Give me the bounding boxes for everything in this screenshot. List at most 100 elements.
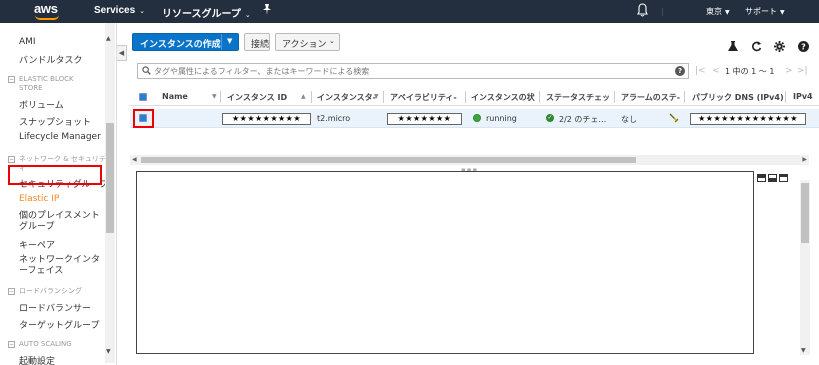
scrollbar-thumb[interactable] (106, 123, 114, 233)
first-page-icon[interactable]: |< (695, 66, 706, 76)
chevron-down-icon[interactable]: ▼ (227, 37, 232, 45)
status-check-icon: ✓ (546, 114, 554, 122)
resource-groups-menu[interactable]: リソースグループ ⌄ (162, 5, 251, 20)
region-menu[interactable]: 東京 ▼ (706, 6, 730, 17)
flask-icon[interactable] (728, 41, 738, 52)
public-dns-cell: ★★★★★★★★★★★★★ (690, 113, 806, 125)
column-divider (383, 91, 384, 103)
scroll-right-icon[interactable]: ▶ (802, 156, 807, 163)
search-icon (142, 66, 151, 75)
collapse-icon: − (8, 287, 15, 295)
layout-top-icon[interactable] (757, 174, 766, 182)
instance-detail-panel (136, 171, 754, 354)
select-all-checkbox[interactable] (139, 93, 147, 101)
column-ipv4[interactable]: IPv4 (793, 92, 813, 101)
scroll-down-icon[interactable]: ▼ (801, 347, 806, 354)
column-status-checks[interactable]: ステータスチェッ (546, 92, 610, 103)
sidebar-item-placement-groups[interactable]: 個のプレイスメントグループ (19, 211, 105, 233)
sidebar-item-launch-configurations[interactable]: 起動設定 (19, 354, 55, 365)
button-split (221, 34, 222, 50)
instance-id-cell: ★★★★★★★★★ (222, 113, 311, 125)
pin-icon[interactable] (262, 4, 272, 15)
sidebar-item-ami[interactable]: AMI (19, 37, 36, 47)
actions-button[interactable]: アクション ⌄ (275, 33, 340, 51)
column-divider (311, 91, 312, 103)
services-menu[interactable]: Services ⌄ (94, 5, 145, 16)
sidebar-item-elastic-ip[interactable]: Elastic IP (19, 194, 59, 204)
availability-zone-cell: ★★★★★★★ (387, 113, 462, 125)
top-nav-bar: aws Services ⌄ リソースグループ ⌄ 東京 ▼ サポート ▼ (0, 0, 819, 23)
column-divider (465, 91, 466, 103)
divider (662, 8, 663, 16)
panel-layout-toggles (757, 174, 790, 185)
collapse-icon: − (8, 75, 15, 83)
column-divider (539, 91, 540, 103)
gear-icon[interactable] (774, 41, 785, 52)
sidebar-item-target-groups[interactable]: ターゲットグループ (19, 318, 99, 331)
chevron-down-icon: ▼ (725, 9, 730, 16)
table-horizontal-scrollbar[interactable]: ◀ ▶ (130, 155, 809, 165)
connect-button[interactable]: 接続 (244, 33, 270, 51)
instance-state-cell: running (486, 114, 517, 123)
refresh-icon[interactable] (751, 41, 762, 52)
sidebar-item-bundle-tasks[interactable]: バンドルタスク (19, 53, 82, 66)
column-public-dns[interactable]: パブリック DNS (IPv4) (692, 92, 784, 103)
column-instance-state[interactable]: インスタンスの状 (471, 92, 535, 103)
sort-icon[interactable]: ▲ (301, 93, 306, 100)
column-availability-zone[interactable]: アベイラビリティ- (390, 92, 457, 103)
sidebar-scrollbar[interactable]: ▲ ▼ (105, 23, 115, 363)
prev-page-icon[interactable]: < (712, 66, 720, 76)
collapse-icon: − (8, 155, 15, 163)
filter-search-input[interactable]: タグや属性によるフィルター、またはキーワードによる検索 ? (137, 63, 689, 79)
sidebar-item-load-balancers[interactable]: ロードバランサー (19, 301, 91, 314)
scrollbar-thumb[interactable] (141, 157, 636, 163)
launch-instance-button[interactable]: インスタンスの作成 ▼ (132, 33, 239, 51)
sidebar-section-auto-scaling[interactable]: − AUTO SCALING (8, 340, 72, 349)
layout-split-icon[interactable] (768, 174, 777, 182)
region-label: 東京 (706, 7, 722, 16)
detail-vertical-scrollbar[interactable]: ▼ (800, 180, 810, 355)
sidebar-item-key-pairs[interactable]: キーペア (19, 238, 55, 251)
status-checks-cell: 2/2 のチェ… (559, 115, 607, 124)
last-page-icon[interactable]: >| (797, 66, 808, 76)
column-divider (220, 91, 221, 103)
scrollbar-thumb[interactable] (801, 183, 809, 243)
alarm-status-cell: なし (621, 115, 637, 124)
column-instance-type[interactable]: インスタンスタ- (317, 92, 376, 103)
running-state-icon (473, 114, 481, 122)
sidebar-collapse-toggle[interactable]: ◀ (117, 45, 127, 61)
svg-text:?: ? (801, 43, 806, 52)
column-divider (614, 91, 615, 103)
create-alarm-icon[interactable] (669, 113, 679, 123)
aws-logo[interactable]: aws (34, 1, 58, 16)
help-icon[interactable]: ? (798, 41, 809, 52)
row-checkbox-highlight-box (133, 109, 154, 128)
resource-groups-label: リソースグループ (162, 9, 241, 20)
chevron-down-icon: ⌄ (139, 8, 146, 15)
sidebar-item-lifecycle-manager[interactable]: Lifecycle Manager (19, 132, 101, 142)
sort-icon[interactable]: ▼ (374, 93, 379, 100)
scroll-down-icon[interactable]: ▼ (106, 348, 111, 355)
layout-bottom-icon[interactable] (779, 174, 788, 182)
table-header: Name ▼ インスタンス ID ▲ インスタンスタ- ▼ アベイラビリティ- … (130, 88, 819, 106)
sort-icon[interactable]: ▼ (212, 93, 217, 100)
search-help-icon[interactable]: ? (675, 66, 685, 76)
bell-icon[interactable] (637, 3, 648, 17)
chevron-down-icon: ▼ (780, 9, 785, 16)
sidebar-item-volumes[interactable]: ボリューム (19, 98, 64, 111)
support-label: サポート (745, 7, 777, 16)
search-placeholder: タグや属性によるフィルター、またはキーワードによる検索 (154, 67, 370, 76)
column-name[interactable]: Name (162, 92, 188, 101)
column-alarm-status[interactable]: アラームのステ- (621, 92, 680, 103)
sidebar-section-ebs[interactable]: − ELASTIC BLOCK STORE (8, 75, 97, 93)
chevron-left-icon: ◀ (118, 49, 125, 57)
scroll-left-icon[interactable]: ◀ (132, 156, 137, 163)
sidebar-item-network-interfaces[interactable]: ネットワークインターフェイス (19, 255, 107, 277)
pagination-text: 1 中の 1 ～ 1 (725, 67, 775, 76)
column-instance-id[interactable]: インスタンス ID (227, 92, 287, 103)
next-page-icon[interactable]: > (785, 66, 793, 76)
sidebar-section-load-balancing[interactable]: − ロードバランシング (8, 287, 82, 296)
scroll-up-icon[interactable]: ▲ (106, 35, 111, 42)
support-menu[interactable]: サポート ▼ (745, 6, 785, 17)
sidebar-item-snapshots[interactable]: スナップショット (19, 115, 91, 128)
